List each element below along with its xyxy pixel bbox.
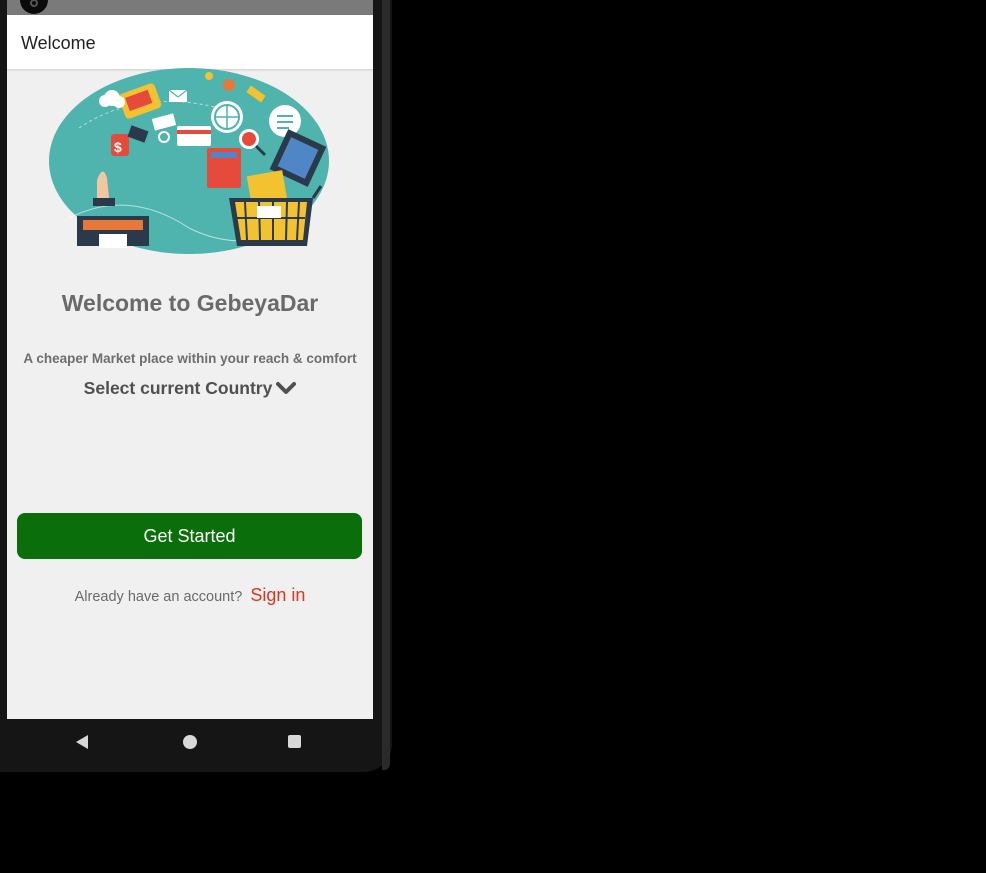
app-bar: Welcome (7, 15, 373, 69)
svg-text:$: $ (114, 139, 122, 155)
welcome-heading: Welcome to GebeyaDar (61, 290, 319, 316)
system-nav-bar (7, 719, 373, 765)
app-bar-title: Welcome (21, 33, 96, 53)
phone-bezel-edge (382, 0, 390, 770)
front-camera (20, 0, 48, 14)
account-prompt-text: Already have an account? (74, 589, 243, 605)
hero-illustration: $ (49, 68, 329, 254)
phone-frame: Welcome $ Welcome to GebeyaDar A cheaper… (0, 0, 392, 772)
status-bar (7, 0, 373, 15)
get-started-button[interactable]: Get Started (17, 513, 362, 559)
app-screen: Welcome $ Welcome to GebeyaDar A cheaper… (7, 0, 373, 719)
home-circle-icon[interactable] (183, 735, 197, 749)
back-triangle-icon[interactable] (76, 735, 88, 749)
country-selector-label: Select current Country (83, 378, 273, 398)
tagline-text: A cheaper Market place within your reach… (23, 351, 357, 366)
recent-apps-square-icon[interactable] (288, 735, 301, 748)
country-selector[interactable]: Select current Country (7, 378, 373, 400)
chevron-down-icon (276, 379, 297, 400)
sign-in-row: Already have an account? Sign in (7, 585, 373, 606)
sign-in-link[interactable]: Sign in (250, 585, 305, 605)
